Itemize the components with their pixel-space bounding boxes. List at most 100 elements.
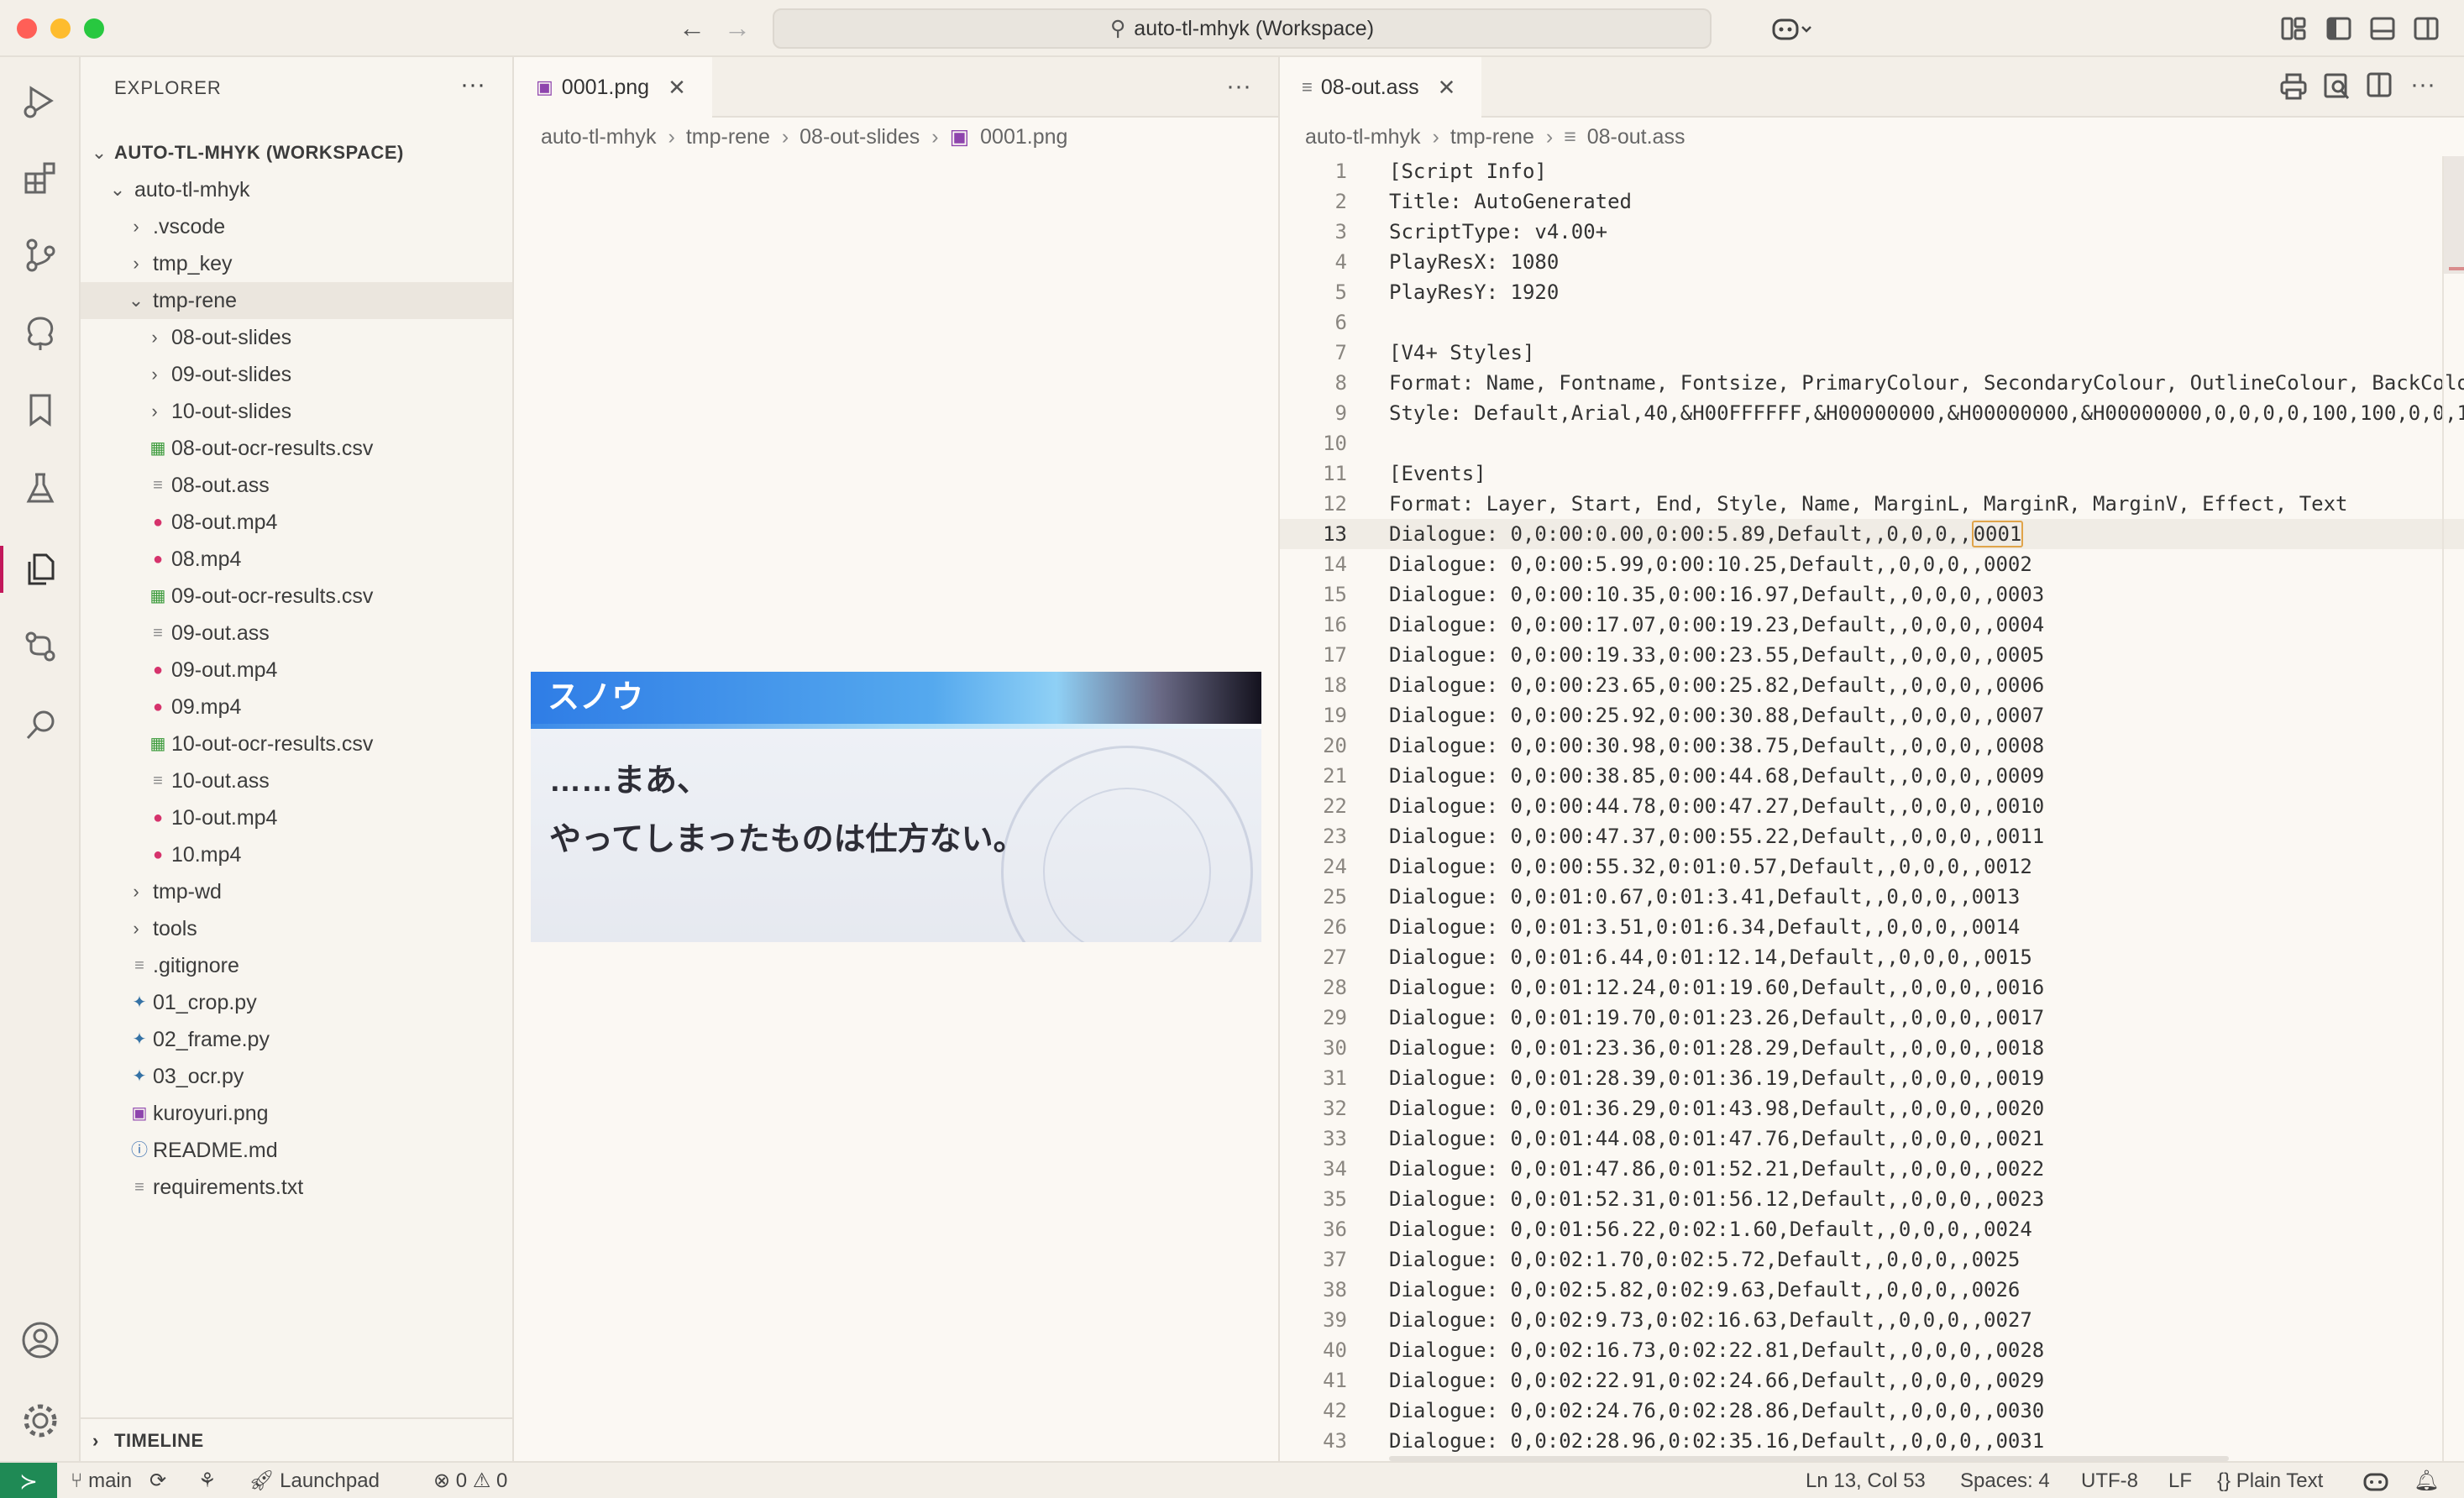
breadcrumb-item[interactable]: 08-out.ass <box>1587 125 1685 149</box>
tree-file[interactable]: ≡ 10-out.ass <box>81 762 512 799</box>
gear-icon[interactable] <box>0 1387 81 1454</box>
code-line[interactable]: 12 Format: Layer, Start, End, Style, Name… <box>1280 489 2464 519</box>
tree-folder[interactable]: › 09-out-slides <box>81 356 512 393</box>
line-ending[interactable]: LF <box>2168 1463 2192 1498</box>
branch-button[interactable]: ⑂ main <box>71 1463 132 1498</box>
code-line[interactable]: 24 Dialogue: 0,0:00:55.32,0:01:0.57,Defau… <box>1280 851 2464 882</box>
code-line[interactable]: 31 Dialogue: 0,0:01:28.39,0:01:36.19,Defa… <box>1280 1063 2464 1093</box>
code-line[interactable]: 8 Format: Name, Fontname, Fontsize, Prima… <box>1280 368 2464 398</box>
code-line[interactable]: 42 Dialogue: 0,0:02:24.76,0:02:28.86,Defa… <box>1280 1396 2464 1426</box>
window-close-button[interactable] <box>17 18 37 39</box>
language-mode[interactable]: {} Plain Text <box>2217 1463 2323 1498</box>
breadcrumb-item[interactable]: tmp-rene <box>1450 125 1534 149</box>
code-editor[interactable]: 1 [Script Info] 2 Title: AutoGenerated 3 Scri… <box>1280 156 2464 1461</box>
tree-folder[interactable]: › tmp_key <box>81 245 512 282</box>
tree-folder[interactable]: › tools <box>81 910 512 947</box>
tree-file[interactable]: ▣ kuroyuri.png <box>81 1095 512 1132</box>
accounts-icon[interactable] <box>0 1307 81 1374</box>
code-line[interactable]: 14 Dialogue: 0,0:00:5.99,0:00:10.25,Defau… <box>1280 549 2464 579</box>
breadcrumb-item[interactable]: 08-out-slides <box>799 125 920 149</box>
tree-file[interactable]: ≡ 09-out.ass <box>81 615 512 652</box>
forward-arrow-icon[interactable]: → <box>724 12 751 44</box>
copilot-status-icon[interactable] <box>2363 1463 2388 1498</box>
breadcrumb-item[interactable]: tmp-rene <box>686 125 770 149</box>
tree-file[interactable]: ● 08-out.mp4 <box>81 504 512 541</box>
code-line[interactable]: 15 Dialogue: 0,0:00:10.35,0:00:16.97,Defa… <box>1280 579 2464 610</box>
code-line[interactable]: 36 Dialogue: 0,0:01:56.22,0:02:1.60,Defau… <box>1280 1214 2464 1244</box>
tree-file[interactable]: ▦ 10-out-ocr-results.csv <box>81 725 512 762</box>
breadcrumb-item[interactable]: 0001.png <box>980 125 1067 149</box>
tree-file[interactable]: ● 09-out.mp4 <box>81 652 512 689</box>
launchpad-button[interactable]: 🚀︎ Launchpad <box>249 1463 380 1498</box>
tree-folder[interactable]: › 10-out-slides <box>81 393 512 430</box>
code-line[interactable]: 29 Dialogue: 0,0:01:19.70,0:01:23.26,Defa… <box>1280 1003 2464 1033</box>
remote-explorer-icon[interactable] <box>0 613 81 680</box>
tree-file[interactable]: ▦ 09-out-ocr-results.csv <box>81 578 512 615</box>
tree-file[interactable]: ▦ 08-out-ocr-results.csv <box>81 430 512 467</box>
problems-button[interactable]: ⊗ 0 ⚠ 0 <box>433 1463 507 1498</box>
timeline-section[interactable]: › TIMELINE <box>81 1417 512 1461</box>
tree-file[interactable]: ● 09.mp4 <box>81 689 512 725</box>
overview-ruler[interactable] <box>2442 156 2464 1461</box>
code-line[interactable]: 11 [Events] <box>1280 458 2464 489</box>
cursor-position[interactable]: Ln 13, Col 53 <box>1806 1463 1926 1498</box>
code-line[interactable]: 20 Dialogue: 0,0:00:30.98,0:00:38.75,Defa… <box>1280 731 2464 761</box>
tree-file[interactable]: ⓘ README.md <box>81 1132 512 1169</box>
more-actions-icon[interactable]: ··· <box>1226 72 1251 101</box>
code-line[interactable]: 21 Dialogue: 0,0:00:38.85,0:00:44.68,Defa… <box>1280 761 2464 791</box>
tree-folder[interactable]: › tmp-wd <box>81 873 512 910</box>
workspace-root[interactable]: ⌄ AUTO-TL-MHYK (WORKSPACE) <box>81 134 512 171</box>
run-debug-icon[interactable] <box>0 67 81 134</box>
code-line[interactable]: 22 Dialogue: 0,0:00:44.78,0:00:47.27,Defa… <box>1280 791 2464 821</box>
toggle-panel-icon[interactable] <box>2370 17 2395 45</box>
code-line[interactable]: 37 Dialogue: 0,0:02:1.70,0:02:5.72,Defaul… <box>1280 1244 2464 1275</box>
source-control-icon[interactable] <box>0 222 81 289</box>
code-line[interactable]: 33 Dialogue: 0,0:01:44.08,0:01:47.76,Defa… <box>1280 1124 2464 1154</box>
git-graph-status-icon[interactable]: ⚘ <box>198 1463 217 1498</box>
tree-file[interactable]: ≡ requirements.txt <box>81 1169 512 1206</box>
git-graph-icon[interactable] <box>0 299 81 366</box>
remote-indicator-button[interactable]: ≻ <box>0 1463 57 1498</box>
more-actions-icon[interactable]: ··· <box>460 71 485 99</box>
window-minimize-button[interactable] <box>50 18 71 39</box>
code-line[interactable]: 40 Dialogue: 0,0:02:16.73,0:02:22.81,Defa… <box>1280 1335 2464 1365</box>
search-icon[interactable] <box>0 692 81 759</box>
window-maximize-button[interactable] <box>84 18 104 39</box>
vertical-scrollbar-thumb[interactable] <box>2444 156 2464 274</box>
code-line[interactable]: 6 <box>1280 307 2464 338</box>
code-line[interactable]: 26 Dialogue: 0,0:01:3.51,0:01:6.34,Defaul… <box>1280 912 2464 942</box>
toggle-primary-sidebar-icon[interactable] <box>2326 17 2351 45</box>
breadcrumb-item[interactable]: auto-tl-mhyk <box>541 125 657 149</box>
tree-folder[interactable]: › 08-out-slides <box>81 319 512 356</box>
tab-08-out-ass[interactable]: ≡ 08-out.ass ✕ <box>1280 57 1481 118</box>
code-line[interactable]: 18 Dialogue: 0,0:00:23.65,0:00:25.82,Defa… <box>1280 670 2464 700</box>
code-line[interactable]: 16 Dialogue: 0,0:00:17.07,0:00:19.23,Defa… <box>1280 610 2464 640</box>
tree-file[interactable]: ≡ 08-out.ass <box>81 467 512 504</box>
code-line[interactable]: 30 Dialogue: 0,0:01:23.36,0:01:28.29,Defa… <box>1280 1033 2464 1063</box>
code-line[interactable]: 17 Dialogue: 0,0:00:19.33,0:00:23.55,Defa… <box>1280 640 2464 670</box>
code-line[interactable]: 35 Dialogue: 0,0:01:52.31,0:01:56.12,Defa… <box>1280 1184 2464 1214</box>
code-line[interactable]: 5 PlayResY: 1920 <box>1280 277 2464 307</box>
code-line[interactable]: 2 Title: AutoGenerated <box>1280 186 2464 217</box>
tree-file[interactable]: ≡ .gitignore <box>81 947 512 984</box>
tree-file[interactable]: ✦ 01_crop.py <box>81 984 512 1021</box>
code-line[interactable]: 27 Dialogue: 0,0:01:6.44,0:01:12.14,Defau… <box>1280 942 2464 972</box>
code-line[interactable]: 38 Dialogue: 0,0:02:5.82,0:02:9.63,Defaul… <box>1280 1275 2464 1305</box>
close-icon[interactable]: ✕ <box>1438 75 1456 101</box>
sync-icon[interactable]: ⟳ <box>149 1463 166 1498</box>
toggle-secondary-sidebar-icon[interactable] <box>2414 17 2439 45</box>
tree-folder[interactable]: ⌄ auto-tl-mhyk <box>81 171 512 208</box>
command-center[interactable]: ⚲ auto-tl-mhyk (Workspace) <box>773 8 1712 49</box>
tree-file[interactable]: ✦ 03_ocr.py <box>81 1058 512 1095</box>
code-line[interactable]: 23 Dialogue: 0,0:00:47.37,0:00:55.22,Defa… <box>1280 821 2464 851</box>
breadcrumb-item[interactable]: auto-tl-mhyk <box>1305 125 1421 149</box>
indentation[interactable]: Spaces: 4 <box>1960 1463 2050 1498</box>
tree-file[interactable]: ● 10.mp4 <box>81 836 512 873</box>
encoding[interactable]: UTF-8 <box>2081 1463 2138 1498</box>
code-line[interactable]: 25 Dialogue: 0,0:01:0.67,0:01:3.41,Defaul… <box>1280 882 2464 912</box>
copilot-icon[interactable] <box>1772 15 1811 44</box>
code-line[interactable]: 9 Style: Default,Arial,40,&H00FFFFFF,&H00… <box>1280 398 2464 428</box>
explorer-icon[interactable] <box>0 536 81 603</box>
code-line[interactable]: 39 Dialogue: 0,0:02:9.73,0:02:16.63,Defau… <box>1280 1305 2464 1335</box>
bookmarks-icon[interactable] <box>0 376 81 443</box>
